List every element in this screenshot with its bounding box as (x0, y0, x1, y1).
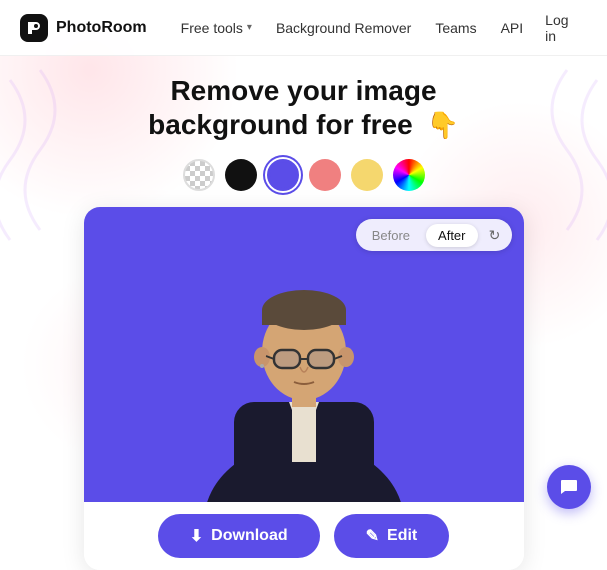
image-card: Before After ↻ (84, 207, 524, 570)
swatch-yellow[interactable] (351, 159, 383, 191)
swatch-pink[interactable] (309, 159, 341, 191)
headline-emoji: 👇 (426, 110, 458, 141)
chat-bubble-button[interactable] (547, 465, 591, 509)
swatch-colorful[interactable] (393, 159, 425, 191)
swatch-black[interactable] (225, 159, 257, 191)
headline-line2: background for free 👇 (148, 108, 459, 142)
download-button[interactable]: ⬇ Download (158, 514, 320, 558)
person-illustration (174, 212, 434, 502)
nav-links: Free tools ▾ Background Remover Teams AP… (171, 14, 534, 42)
swatch-transparent[interactable] (183, 159, 215, 191)
headline-line1: Remove your image (170, 74, 436, 108)
main-content: Remove your image background for free 👇 … (0, 56, 607, 570)
login-button[interactable]: Log in (533, 6, 587, 50)
photoroom-logo-icon (20, 14, 48, 42)
edit-icon: ✎ (366, 526, 379, 546)
chat-icon (558, 476, 580, 498)
color-swatches (183, 159, 425, 191)
nav-api[interactable]: API (491, 14, 534, 42)
action-bar: ⬇ Download ✎ Edit (84, 502, 524, 570)
refresh-button[interactable]: ↻ (482, 222, 508, 248)
nav-free-tools[interactable]: Free tools ▾ (171, 14, 262, 42)
before-button[interactable]: Before (360, 224, 422, 247)
download-icon: ⬇ (190, 526, 203, 546)
logo[interactable]: PhotoRoom (20, 14, 147, 42)
nav-teams[interactable]: Teams (425, 14, 486, 42)
navbar: PhotoRoom Free tools ▾ Background Remove… (0, 0, 607, 56)
chevron-down-icon: ▾ (247, 22, 252, 33)
hero-headline: Remove your image background for free 👇 (148, 74, 459, 141)
before-after-toggle: Before After ↻ (356, 219, 512, 251)
logo-text: PhotoRoom (56, 19, 147, 37)
after-button[interactable]: After (426, 224, 477, 247)
nav-background-remover[interactable]: Background Remover (266, 14, 421, 42)
swatch-purple[interactable] (267, 159, 299, 191)
edit-button[interactable]: ✎ Edit (334, 514, 450, 558)
person-image-area (84, 207, 524, 502)
